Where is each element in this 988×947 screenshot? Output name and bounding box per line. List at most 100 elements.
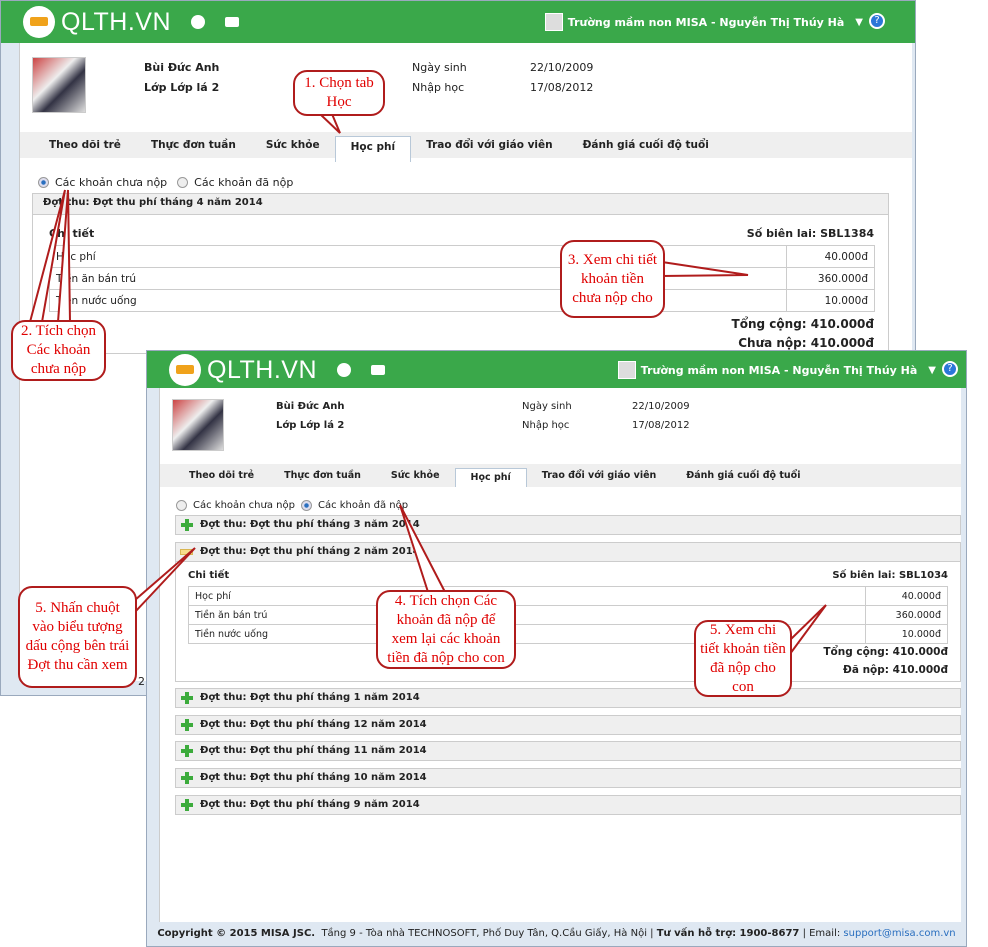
footer-fragment: 2 bbox=[138, 675, 145, 688]
table-row: Học phí 40.000đ bbox=[49, 245, 875, 268]
tab-hoc-phi[interactable]: Học phí bbox=[454, 468, 527, 487]
period-header[interactable]: Đợt thu: Đợt thu phí tháng 10 năm 2014 bbox=[175, 768, 961, 788]
tab-theo-doi-tre[interactable]: Theo dõi trẻ bbox=[34, 132, 136, 158]
app-header: QLTH.VN Trường mầm non MISA - Nguyễn Thị… bbox=[147, 351, 966, 388]
fee-amount: 40.000đ bbox=[786, 245, 875, 268]
chevron-down-icon: ▼ bbox=[928, 364, 936, 376]
tab-trao-doi[interactable]: Trao đổi với giáo viên bbox=[411, 132, 568, 158]
radio-paid-label[interactable]: Các khoản đã nộp bbox=[194, 176, 293, 189]
expand-plus-icon[interactable] bbox=[181, 799, 193, 811]
period-title: Đợt thu: Đợt thu phí tháng 1 năm 2014 bbox=[200, 692, 420, 703]
copyright: Copyright © 2015 MISA JSC. bbox=[157, 928, 316, 939]
radio-unpaid-label[interactable]: Các khoản chưa nộp bbox=[55, 176, 167, 189]
student-name: Bùi Đức Anh bbox=[144, 61, 220, 74]
collapse-minus-icon[interactable] bbox=[180, 549, 193, 555]
chat-icon[interactable] bbox=[371, 365, 385, 375]
expand-plus-icon[interactable] bbox=[181, 719, 193, 731]
total: Tổng cộng: 410.000đ bbox=[823, 646, 948, 658]
address: Tầng 9 - Tòa nhà TECHNOSOFT, Phố Duy Tân… bbox=[321, 928, 654, 939]
period-title: Đợt thu: Đợt thu phí tháng 10 năm 2014 bbox=[200, 772, 427, 783]
chevron-down-icon: ▼ bbox=[855, 16, 863, 28]
enroll-value: 17/08/2012 bbox=[632, 420, 690, 431]
window-paid: QLTH.VN Trường mầm non MISA - Nguyễn Thị… bbox=[146, 350, 967, 947]
period-detail-panel: Chi tiết Số biên lai: SBL1034 Học phí 40.… bbox=[175, 561, 961, 682]
tab-bar: Theo dõi trẻ Thực đơn tuần Sức khỏe Học … bbox=[20, 132, 912, 162]
help-icon[interactable]: ? bbox=[942, 361, 958, 377]
callout-4: 4. Tích chọn Các khoản đã nộp để xem lại… bbox=[376, 590, 516, 669]
callout-2: 2. Tích chọn Các khoản chưa nộp bbox=[11, 320, 106, 381]
callout-1: 1. Chọn tab Học bbox=[293, 70, 385, 116]
fee-name: Tiền nước uống bbox=[49, 289, 787, 312]
callout-5a: 5. Nhấn chuột vào biểu tượng dấu cộng bê… bbox=[18, 586, 137, 688]
fee-amount: 10.000đ bbox=[786, 289, 875, 312]
fee-amount: 360.000đ bbox=[865, 605, 948, 625]
student-class: Lớp Lớp lá 2 bbox=[144, 81, 220, 94]
student-class: Lớp Lớp lá 2 bbox=[276, 420, 345, 431]
period-header[interactable]: Đợt thu: Đợt thu phí tháng 1 năm 2014 bbox=[175, 688, 961, 708]
dob-label: Ngày sinh bbox=[522, 401, 572, 412]
logo[interactable]: QLTH.VN bbox=[207, 356, 317, 385]
unpaid-total: Chưa nộp: 410.000đ bbox=[738, 336, 874, 350]
tab-danh-gia[interactable]: Đánh giá cuối độ tuổi bbox=[671, 464, 815, 487]
table-row: Tiền nước uống 10.000đ bbox=[188, 624, 948, 644]
app-header: QLTH.VN Trường mầm non MISA - Nguyễn Thị… bbox=[1, 1, 915, 43]
user-name: Trường mầm non MISA - Nguyễn Thị Thúy Hà bbox=[640, 363, 918, 377]
user-name: Trường mầm non MISA - Nguyễn Thị Thúy Hà bbox=[567, 15, 845, 29]
email-label: | Email: bbox=[802, 928, 841, 939]
dob-value: 22/10/2009 bbox=[530, 61, 594, 74]
tab-theo-doi-tre[interactable]: Theo dõi trẻ bbox=[174, 464, 269, 487]
user-menu[interactable]: Trường mầm non MISA - Nguyễn Thị Thúy Hà… bbox=[544, 13, 863, 31]
radio-paid[interactable] bbox=[300, 500, 312, 511]
radio-paid-label[interactable]: Các khoản đã nộp bbox=[318, 500, 408, 511]
callout-3: 3. Xem chi tiết khoản tiền chưa nộp cho bbox=[560, 240, 665, 318]
globe-icon[interactable] bbox=[191, 15, 205, 29]
table-row: Học phí 40.000đ bbox=[188, 586, 948, 606]
expand-plus-icon[interactable] bbox=[181, 772, 193, 784]
period-header[interactable]: Đợt thu: Đợt thu phí tháng 12 năm 2014 bbox=[175, 715, 961, 735]
help-icon[interactable]: ? bbox=[869, 13, 885, 29]
fee-name: Học phí bbox=[49, 245, 787, 268]
dob-label: Ngày sinh bbox=[412, 61, 467, 74]
period-header[interactable]: Đợt thu: Đợt thu phí tháng 4 năm 2014 bbox=[32, 193, 889, 215]
fee-name: Học phí bbox=[188, 586, 866, 606]
enroll-label: Nhập học bbox=[412, 81, 465, 94]
tab-suc-khoe[interactable]: Sức khỏe bbox=[251, 132, 335, 158]
user-menu[interactable]: Trường mầm non MISA - Nguyễn Thị Thúy Hà… bbox=[617, 361, 936, 379]
expand-plus-icon[interactable] bbox=[181, 745, 193, 757]
expand-plus-icon[interactable] bbox=[181, 692, 193, 704]
period-title: Đợt thu: Đợt thu phí tháng 11 năm 2014 bbox=[200, 745, 427, 756]
period-detail-panel: Chi tiết Số biên lai: SBL1384 Học phí 40.… bbox=[32, 214, 889, 354]
fee-table: Học phí 40.000đ Tiền ăn bán trú 360.000đ T… bbox=[188, 586, 948, 644]
table-row: Tiền ăn bán trú 360.000đ bbox=[49, 267, 875, 290]
student-photo bbox=[172, 399, 224, 451]
tab-bar: Theo dõi trẻ Thực đơn tuần Sức khỏe Học … bbox=[160, 464, 961, 487]
fee-amount: 40.000đ bbox=[865, 586, 948, 606]
globe-icon[interactable] bbox=[337, 363, 351, 377]
support-email-link[interactable]: support@misa.com.vn bbox=[843, 928, 955, 939]
tab-thuc-don-tuan[interactable]: Thực đơn tuần bbox=[269, 464, 376, 487]
radio-unpaid-label[interactable]: Các khoản chưa nộp bbox=[193, 500, 295, 511]
period-header[interactable]: Đợt thu: Đợt thu phí tháng 11 năm 2014 bbox=[175, 741, 961, 761]
tab-trao-doi[interactable]: Trao đổi với giáo viên bbox=[527, 464, 672, 487]
fee-name: Tiền ăn bán trú bbox=[49, 267, 787, 290]
tab-thuc-don-tuan[interactable]: Thực đơn tuần bbox=[136, 132, 251, 158]
radio-unpaid[interactable] bbox=[38, 177, 49, 188]
period-header[interactable]: Đợt thu: Đợt thu phí tháng 9 năm 2014 bbox=[175, 795, 961, 815]
enroll-value: 17/08/2012 bbox=[530, 81, 594, 94]
tab-hoc-phi[interactable]: Học phí bbox=[334, 136, 412, 162]
chat-icon[interactable] bbox=[225, 17, 239, 27]
detail-label: Chi tiết bbox=[188, 570, 230, 581]
radio-paid[interactable] bbox=[177, 177, 189, 188]
period-title: Đợt thu: Đợt thu phí tháng 12 năm 2014 bbox=[200, 719, 427, 730]
period-header[interactable]: Đợt thu: Đợt thu phí tháng 3 năm 2014 bbox=[175, 515, 961, 535]
expand-plus-icon[interactable] bbox=[181, 519, 193, 531]
period-header-expanded[interactable]: Đợt thu: Đợt thu phí tháng 2 năm 2014 bbox=[175, 542, 961, 562]
tab-danh-gia[interactable]: Đánh giá cuối độ tuổi bbox=[568, 132, 724, 158]
detail-label: Chi tiết bbox=[49, 227, 95, 240]
logo[interactable]: QLTH.VN bbox=[23, 6, 239, 38]
avatar bbox=[617, 361, 636, 379]
period-title: Đợt thu: Đợt thu phí tháng 3 năm 2014 bbox=[200, 519, 420, 530]
tab-suc-khoe[interactable]: Sức khỏe bbox=[376, 464, 455, 487]
radio-unpaid[interactable] bbox=[176, 500, 187, 511]
student-name: Bùi Đức Anh bbox=[276, 401, 345, 412]
